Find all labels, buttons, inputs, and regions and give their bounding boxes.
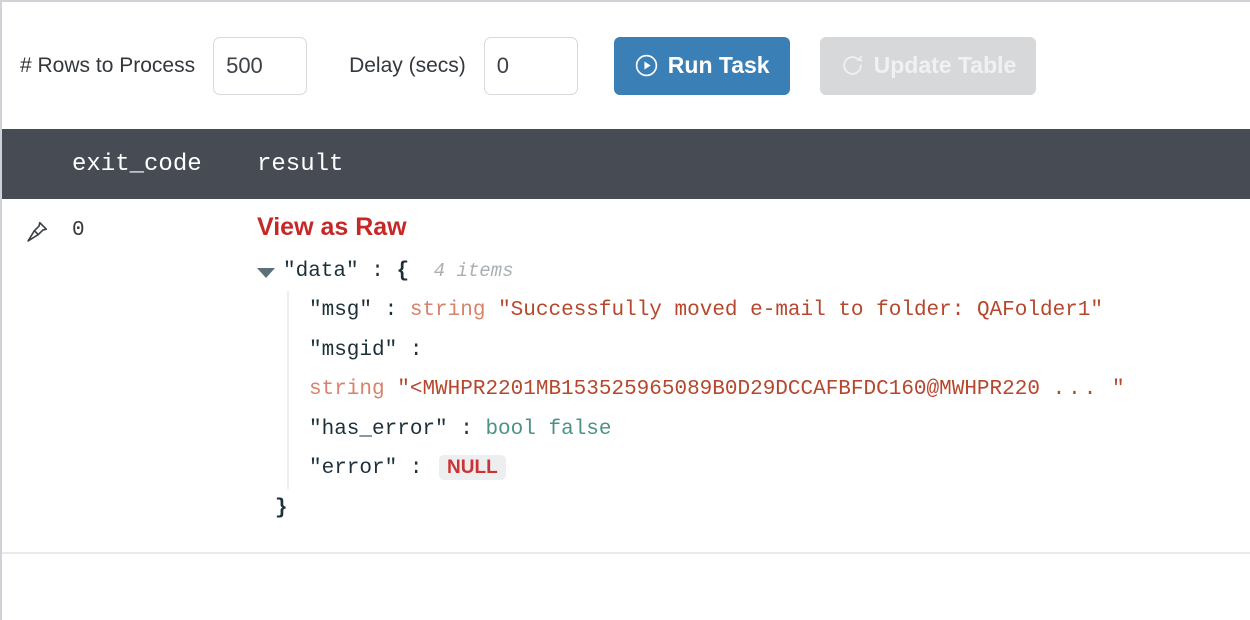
- json-key: "msg": [309, 299, 373, 323]
- json-field-msg: "msg" : string "Successfully moved e-mai…: [309, 291, 1230, 330]
- delay-input[interactable]: [483, 36, 578, 95]
- null-value-badge: NULL: [439, 455, 506, 481]
- json-colon: :: [460, 417, 473, 441]
- column-header-exit-code[interactable]: exit_code: [72, 151, 257, 178]
- table-body: 0 View as Raw "data" : { 4 items "msg":…: [2, 199, 1250, 620]
- update-table-button[interactable]: Update Table: [819, 36, 1037, 95]
- json-colon: :: [409, 457, 423, 481]
- json-value-tail: ": [1111, 378, 1125, 402]
- json-root-colon: :: [371, 260, 384, 283]
- delay-label: Delay (secs): [349, 53, 466, 77]
- run-task-button[interactable]: Run Task: [613, 36, 790, 95]
- result-viewer-panel: # Rows to Process Delay (secs) Run Task …: [0, 0, 1250, 620]
- json-value: false: [548, 417, 612, 441]
- json-type-label: string: [309, 378, 385, 402]
- task-toolbar: # Rows to Process Delay (secs) Run Task …: [2, 2, 1250, 129]
- run-task-label: Run Task: [667, 52, 770, 78]
- json-value-truncation-ellipsis: ...: [1052, 378, 1100, 402]
- table-row: 0 View as Raw "data" : { 4 items "msg":…: [2, 199, 1250, 555]
- column-header-result[interactable]: result: [257, 151, 1250, 178]
- json-field-error: "error" : NULL: [309, 449, 1230, 488]
- json-colon: :: [384, 299, 398, 323]
- json-key: "msgid": [309, 338, 398, 362]
- json-key: "has_error": [309, 417, 448, 441]
- view-as-raw-link[interactable]: View as Raw: [257, 213, 407, 242]
- collapse-triangle-icon[interactable]: [257, 268, 275, 278]
- json-colon: :: [409, 338, 423, 362]
- json-items-count: 4 items: [433, 260, 514, 282]
- rows-to-process-label: # Rows to Process: [20, 53, 196, 77]
- json-type-label: string: [409, 299, 486, 323]
- json-field-has-error: "has_error" : bool false: [309, 410, 1230, 449]
- json-type-label: bool: [485, 417, 536, 441]
- json-close-brace: }: [275, 496, 288, 520]
- json-value: "<MWHPR2201MB153525965089B0D29DCCAFBFDC1…: [397, 378, 1040, 402]
- refresh-icon: [840, 53, 865, 78]
- table-header-row: exit_code result: [2, 129, 1250, 199]
- pin-icon[interactable]: [24, 219, 50, 250]
- json-open-brace: {: [396, 260, 410, 283]
- json-field-msgid: "msgid" : string "<MWHPR2201MB1535259650…: [309, 331, 1230, 410]
- json-children: "msg" : string "Successfully moved e-mai…: [287, 291, 1230, 489]
- json-tree-viewer: "data" : { 4 items "msg" : string "Succe…: [257, 252, 1230, 528]
- json-root-row: "data" : { 4 items: [257, 252, 1230, 291]
- json-key: "error": [309, 457, 398, 481]
- json-value: "Successfully moved e-mail to folder: QA…: [498, 299, 1103, 323]
- pin-row-cell[interactable]: [2, 213, 72, 250]
- play-circle-icon: [634, 53, 659, 78]
- update-table-label: Update Table: [873, 52, 1017, 78]
- cell-result: View as Raw "data" : { 4 items "msg": s…: [257, 213, 1250, 528]
- rows-to-process-input[interactable]: [213, 36, 308, 95]
- cell-exit-code: 0: [72, 219, 85, 242]
- json-root-key: "data": [283, 260, 359, 283]
